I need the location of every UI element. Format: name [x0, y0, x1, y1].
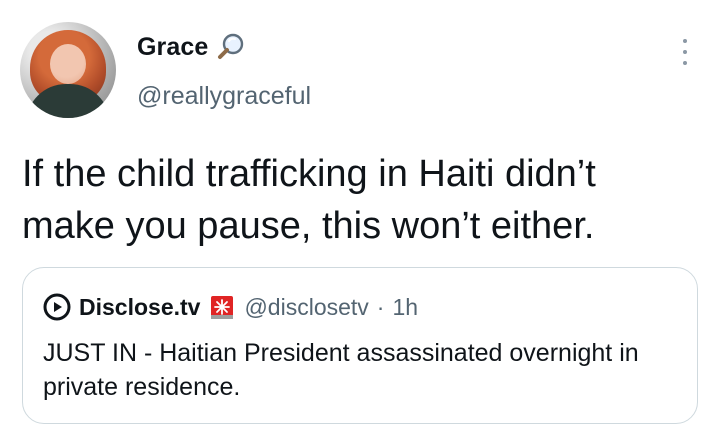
quoted-text: JUST IN - Haitian President assassinated… — [43, 339, 646, 401]
quoted-header: Disclose.tv @disclosetv · 1h — [43, 292, 418, 322]
quoted-timestamp[interactable]: 1h — [392, 294, 418, 321]
quoted-author-handle[interactable]: @disclosetv — [244, 294, 368, 321]
more-dot — [683, 39, 687, 43]
tweet-text: If the child trafficking in Haiti didn’t… — [22, 153, 607, 247]
author-handle[interactable]: @reallygraceful — [137, 82, 311, 111]
quoted-tweet[interactable]: Disclose.tv @disclosetv · 1h JUST IN - H… — [22, 267, 698, 424]
author-name[interactable]: Grace — [137, 33, 208, 62]
more-dot — [683, 50, 687, 54]
play-circle-icon — [43, 293, 71, 321]
avatar[interactable] — [20, 22, 116, 118]
more-vertical-icon[interactable] — [677, 39, 693, 65]
siren-icon — [211, 296, 234, 319]
avatar-face — [50, 44, 86, 84]
quoted-author-name[interactable]: Disclose.tv — [79, 294, 200, 321]
author-name-row: Grace — [137, 32, 246, 62]
magnifying-glass-icon — [218, 33, 244, 59]
quoted-separator: · — [376, 293, 385, 320]
tweet-card[interactable]: Grace @reallygraceful If the child traff… — [0, 0, 720, 433]
more-dot — [683, 61, 687, 65]
